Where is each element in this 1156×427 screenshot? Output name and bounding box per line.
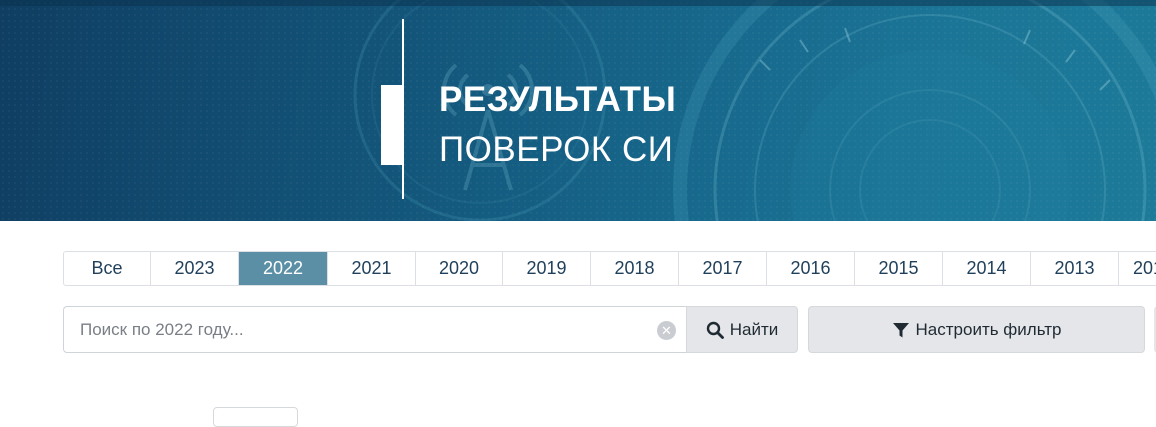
select-control[interactable] <box>213 407 298 427</box>
search-input[interactable] <box>64 307 654 352</box>
tab-year-2017[interactable]: 2017 <box>679 252 767 285</box>
banner-accent-bar <box>381 85 403 165</box>
filter-button[interactable]: Настроить фильтр <box>808 306 1145 353</box>
search-button[interactable]: Найти <box>686 306 798 353</box>
tab-year-2012[interactable]: 2012 <box>1119 252 1156 285</box>
tab-year-2022[interactable]: 2022 <box>239 252 328 285</box>
banner-divider-line <box>402 19 404 199</box>
tab-year-2021[interactable]: 2021 <box>328 252 416 285</box>
tab-year-2014[interactable]: 2014 <box>943 252 1031 285</box>
tab-year-2016[interactable]: 2016 <box>767 252 855 285</box>
page-subtitle: ПОВЕРОК СИ <box>439 130 674 169</box>
tab-year-2023[interactable]: 2023 <box>151 252 239 285</box>
page-title: РЕЗУЛЬТАТЫ <box>439 80 677 119</box>
tab-year-2013[interactable]: 2013 <box>1031 252 1119 285</box>
tab-year-2019[interactable]: 2019 <box>503 252 591 285</box>
tab-year-2020[interactable]: 2020 <box>416 252 503 285</box>
search-field: ✕ <box>63 306 686 353</box>
filter-button-label: Настроить фильтр <box>915 319 1062 339</box>
search-button-label: Найти <box>729 319 779 339</box>
tab-year-2018[interactable]: 2018 <box>591 252 679 285</box>
year-tabs: Все 2023 2022 2021 2020 2019 2018 2017 2016 2015 2… <box>63 251 1156 286</box>
tab-year-2015[interactable]: 2015 <box>855 252 943 285</box>
filter-icon <box>892 322 909 337</box>
hero-banner: РЕЗУЛЬТАТЫ ПОВЕРОК СИ <box>0 0 1156 221</box>
tab-year-Все[interactable]: Все <box>64 252 151 285</box>
clear-icon[interactable]: ✕ <box>657 321 676 340</box>
search-icon <box>706 321 724 339</box>
